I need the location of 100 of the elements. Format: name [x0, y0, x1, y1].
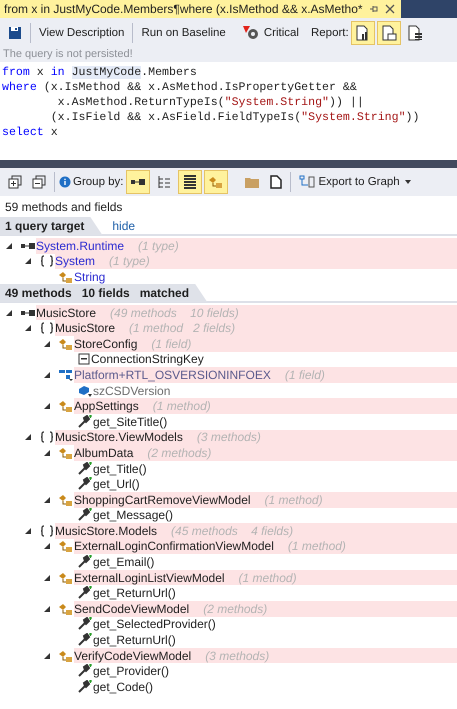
expand-arrow-icon[interactable] [23, 256, 33, 266]
tree-item-label[interactable]: ExternalLoginConfirmationViewModel [74, 539, 274, 554]
member-count: (45 methods 4 fields) [171, 524, 294, 538]
view-description-button[interactable]: View Description [35, 21, 128, 45]
tree-item-label[interactable]: get_Email() [93, 555, 154, 570]
tree-item-label[interactable]: ShoppingCartRemoveViewModel [74, 492, 251, 507]
class-icon [58, 648, 74, 663]
class-icon [58, 570, 74, 585]
class-icon [58, 602, 74, 616]
report-label: Report: [310, 27, 349, 39]
save-icon [8, 26, 22, 40]
tree-item-label[interactable]: Platform+RTL_OSVERSIONINFOEX [74, 368, 271, 382]
expand-arrow-icon[interactable] [42, 401, 52, 412]
expand-arrow-icon[interactable] [4, 240, 14, 251]
member-count: (1 method) [238, 570, 297, 585]
caret-icon [404, 178, 412, 186]
class-icon [58, 539, 74, 554]
expand-arrow-icon[interactable] [4, 308, 14, 318]
tree-item-label[interactable]: MusicStore [36, 306, 96, 320]
tree-item-label[interactable]: get_ReturnUrl() [93, 586, 176, 600]
member-count: (1 type) [109, 254, 150, 268]
tree-item-label[interactable]: ExternalLoginListViewModel [74, 570, 225, 585]
pin-icon [368, 4, 379, 14]
member-count: (1 field) [151, 336, 192, 351]
tree-item-label[interactable]: szCSDVersion [93, 384, 170, 398]
expand-arrow-icon[interactable] [23, 432, 33, 442]
tree-item-label[interactable]: AlbumData [74, 446, 134, 460]
hide-link[interactable]: hide [112, 219, 136, 233]
braces-icon [39, 430, 55, 444]
class-icon [58, 399, 74, 414]
wrench-icon [77, 477, 93, 492]
tree-item-label[interactable]: get_Url() [93, 477, 140, 492]
list-icon [182, 175, 198, 189]
tree-item-label[interactable]: MusicStore [55, 321, 116, 336]
expand-arrow-icon[interactable] [42, 650, 52, 661]
tree-item-label[interactable]: String [74, 270, 106, 284]
wrench-icon [77, 586, 93, 600]
flag-gear-icon [242, 25, 260, 41]
tree-item-label[interactable]: get_Provider() [93, 664, 170, 678]
expand-arrow-icon[interactable] [42, 370, 52, 380]
group-by-label: Group by: [73, 176, 124, 188]
document-icon [270, 175, 282, 189]
expand-arrow-icon[interactable] [42, 604, 52, 614]
group-by-button[interactable] [178, 170, 202, 194]
tree-item-label[interactable]: SendCodeViewModel [74, 602, 190, 616]
member-count: (1 field) [284, 368, 325, 382]
expand-arrow-icon[interactable] [42, 572, 52, 583]
tree-item-label[interactable]: get_ReturnUrl() [93, 633, 176, 648]
field-icon [77, 384, 93, 398]
expand-arrow-icon[interactable] [23, 323, 33, 334]
wrench-icon [77, 414, 93, 429]
close-icon [384, 4, 395, 14]
tree-item-label[interactable]: MusicStore.Models [55, 524, 158, 538]
tree-item-label[interactable]: ConnectionStringKey [91, 352, 204, 366]
wrench-icon [77, 462, 93, 476]
tree-item-label[interactable]: StoreConfig [74, 336, 138, 351]
wrench-icon [77, 508, 93, 522]
section-header: 1 query target [0, 217, 102, 235]
braces-icon [39, 524, 55, 538]
expand-arrow-icon[interactable] [42, 541, 52, 552]
report-icon [380, 25, 397, 41]
struct-icon [58, 368, 74, 382]
tree-item-label[interactable]: System [55, 254, 96, 268]
class-icon [58, 492, 74, 507]
wrench-icon [77, 633, 93, 648]
tree-item-label[interactable]: get_SelectedProvider() [93, 617, 216, 632]
member-count: (1 method) [264, 492, 323, 507]
member-count: (3 methods) [205, 648, 270, 663]
document-tab[interactable]: from x in JustMyCode.Members¶where (x.IsMethod && x.AsMetho* [0, 0, 401, 18]
export-to-graph-button[interactable]: Export to Graph [294, 170, 416, 194]
report-button[interactable] [376, 21, 401, 45]
class-icon [58, 270, 74, 284]
expand-arrow-icon[interactable] [42, 338, 52, 349]
expand-arrow-icon[interactable] [42, 494, 52, 505]
class-icon [208, 175, 224, 189]
wrench-icon [77, 555, 93, 570]
group-by-button[interactable] [126, 170, 150, 194]
report-icon [406, 25, 423, 41]
tree-item-label[interactable]: MusicStore.ViewModels [55, 430, 183, 444]
tree-item-label[interactable]: VerifyCodeViewModel [74, 648, 192, 663]
tree-item-label[interactable]: get_Title() [93, 462, 147, 476]
tree-item-label[interactable]: get_SiteTitle() [93, 414, 168, 429]
wrench-icon [77, 617, 93, 632]
tree-item-label[interactable]: AppSettings [74, 399, 139, 414]
wrench-icon [77, 680, 93, 694]
member-count: (1 method 2 fields) [129, 321, 236, 336]
section-header: 49 methods 10 fields matched [0, 284, 208, 302]
expand-arrow-icon[interactable] [42, 448, 52, 458]
tree-item-label[interactable]: get_Code() [93, 680, 154, 694]
class-icon [58, 446, 74, 460]
tree-item-label[interactable]: System.Runtime [36, 238, 124, 253]
folder-icon [244, 175, 260, 189]
critical-button[interactable]: Critical [238, 21, 303, 45]
run-on-baseline-button[interactable]: Run on Baseline [137, 21, 230, 45]
field-icon [77, 352, 91, 366]
tree-item-label[interactable]: get_Message() [93, 508, 174, 522]
report-button[interactable] [350, 21, 375, 45]
collapse-all-icon [32, 175, 46, 189]
member-count: (1 method) [288, 539, 346, 554]
expand-arrow-icon[interactable] [23, 526, 33, 536]
